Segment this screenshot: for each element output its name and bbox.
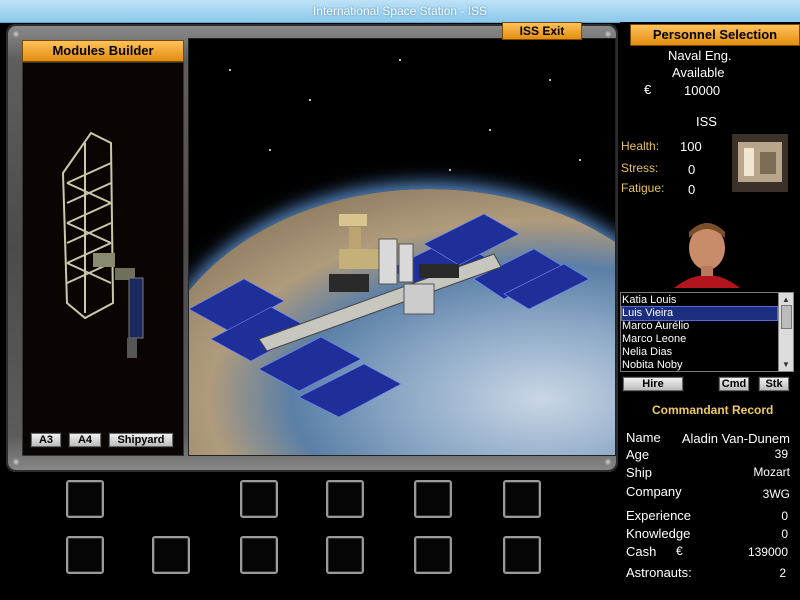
personnel-panel: Personnel Selection Naval Eng. Available… bbox=[620, 22, 800, 600]
list-item[interactable]: Marco Aurélio bbox=[622, 320, 777, 333]
station-viewport[interactable]: ISS Exit bbox=[188, 38, 616, 456]
company-label: Company bbox=[626, 484, 682, 499]
module-preview bbox=[61, 131, 144, 358]
stk-button[interactable]: Stk bbox=[758, 376, 790, 392]
cmd-button[interactable]: Cmd bbox=[718, 376, 750, 392]
scroll-down-icon[interactable]: ▼ bbox=[782, 360, 790, 369]
rivet-icon bbox=[12, 458, 20, 466]
cash-label: Cash bbox=[626, 544, 657, 559]
window-title: International Space Station - ISS bbox=[312, 4, 488, 18]
personnel-location: ISS bbox=[696, 114, 717, 129]
astronauts-label: Astronauts: bbox=[626, 565, 692, 580]
iss-exit-tab[interactable]: ISS Exit bbox=[502, 22, 582, 40]
cash-currency: € bbox=[676, 544, 683, 558]
module-slot[interactable] bbox=[240, 536, 278, 574]
knowledge-label: Knowledge bbox=[626, 526, 691, 541]
a4-button[interactable]: A4 bbox=[68, 432, 102, 448]
age-label: Age bbox=[626, 447, 650, 462]
stress-label: Stress: bbox=[621, 161, 659, 175]
name-value: Aladin Van-Dunem bbox=[681, 431, 790, 446]
rivet-icon bbox=[604, 458, 612, 466]
module-slot[interactable] bbox=[66, 480, 104, 518]
health-value: 100 bbox=[680, 139, 702, 154]
module-slot[interactable] bbox=[414, 480, 452, 518]
experience-value: 0 bbox=[781, 509, 788, 523]
module-slot[interactable] bbox=[414, 536, 452, 574]
fatigue-value: 0 bbox=[688, 182, 696, 197]
list-item[interactable]: Marco Leone bbox=[622, 333, 777, 346]
module-slot[interactable] bbox=[503, 536, 541, 574]
knowledge-value: 0 bbox=[781, 527, 788, 541]
personnel-status: Available bbox=[672, 65, 725, 80]
list-item[interactable]: Nobita Noby bbox=[622, 359, 777, 371]
list-item[interactable]: Katia Louis bbox=[622, 294, 777, 307]
station-interior-thumbnail bbox=[732, 134, 788, 192]
scroll-thumb[interactable] bbox=[781, 305, 792, 329]
list-scrollbar[interactable]: ▲ ▼ bbox=[778, 292, 794, 372]
company-value: 3WG bbox=[762, 487, 790, 501]
window-titlebar[interactable]: International Space Station - ISS bbox=[0, 0, 800, 23]
hire-button[interactable]: Hire bbox=[622, 376, 684, 392]
experience-label: Experience bbox=[626, 508, 692, 523]
ship-value: Mozart bbox=[753, 465, 790, 479]
personnel-selection-header: Personnel Selection bbox=[630, 24, 800, 46]
age-value: 39 bbox=[774, 447, 788, 461]
stress-value: 0 bbox=[688, 162, 696, 177]
cost-currency: € bbox=[644, 82, 652, 97]
candidate-list[interactable]: Katia Louis Luis Vieira Marco Aurélio Ma… bbox=[620, 292, 779, 372]
name-label: Name bbox=[626, 430, 661, 445]
commandant-record-header: Commandant Record bbox=[652, 403, 774, 417]
modules-builder-header: Modules Builder bbox=[22, 40, 184, 62]
a3-button[interactable]: A3 bbox=[30, 432, 62, 448]
module-slot[interactable] bbox=[326, 480, 364, 518]
ship-label: Ship bbox=[626, 465, 653, 480]
personnel-role: Naval Eng. bbox=[668, 48, 732, 63]
module-slot[interactable] bbox=[66, 536, 104, 574]
cash-value: 139000 bbox=[747, 545, 788, 559]
astronaut-portrait bbox=[668, 216, 746, 288]
list-item-selected[interactable]: Luis Vieira bbox=[621, 306, 778, 321]
health-label: Health: bbox=[621, 139, 660, 153]
rivet-icon bbox=[12, 30, 20, 38]
scroll-up-icon[interactable]: ▲ bbox=[782, 295, 790, 304]
module-slot[interactable] bbox=[503, 480, 541, 518]
rivet-icon bbox=[604, 30, 612, 38]
module-slot[interactable] bbox=[326, 536, 364, 574]
astronauts-value: 2 bbox=[779, 566, 786, 580]
shipyard-button[interactable]: Shipyard bbox=[108, 432, 174, 448]
fatigue-label: Fatigue: bbox=[621, 181, 665, 195]
modules-builder-panel[interactable] bbox=[22, 62, 184, 456]
module-slot[interactable] bbox=[240, 480, 278, 518]
list-item[interactable]: Nelia Dias bbox=[622, 346, 777, 359]
module-slot[interactable] bbox=[152, 536, 190, 574]
personnel-cost: 10000 bbox=[684, 83, 721, 98]
iss-station-model bbox=[189, 213, 590, 418]
